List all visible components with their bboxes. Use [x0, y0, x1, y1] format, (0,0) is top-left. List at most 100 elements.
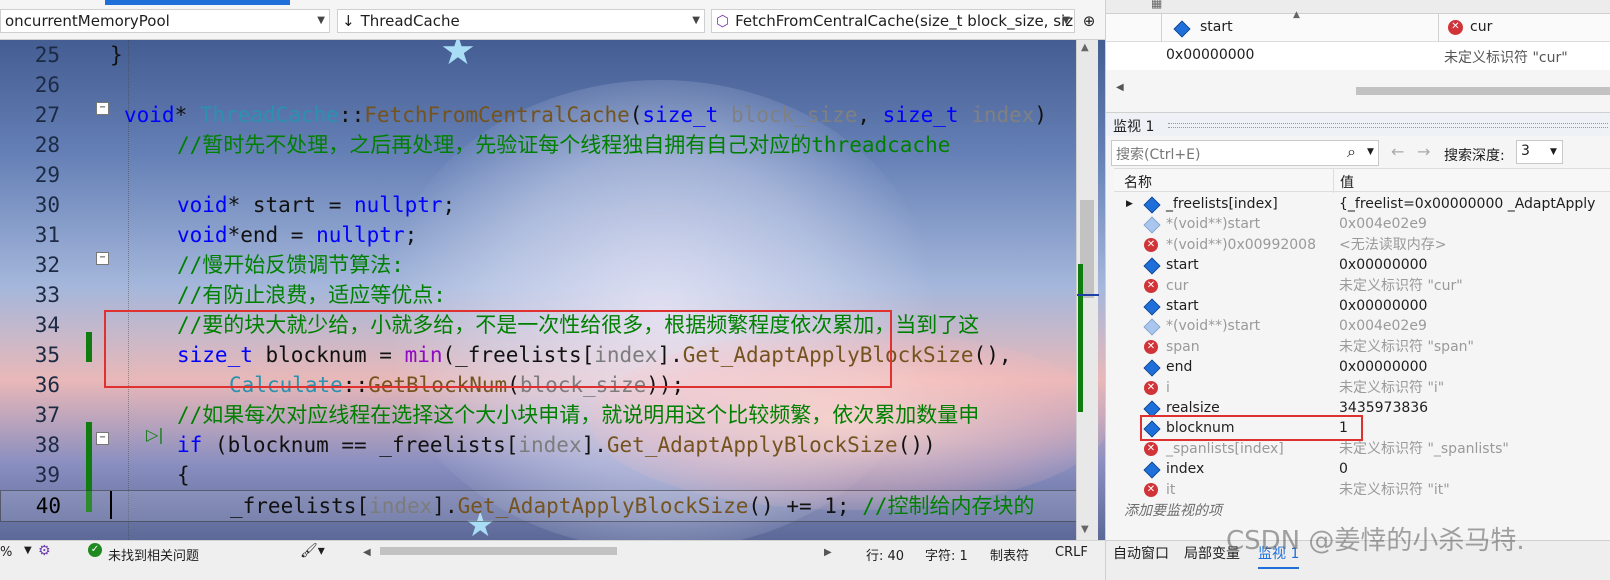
- search-icon[interactable]: ⌕: [1347, 142, 1356, 162]
- autos-column-cur[interactable]: cur: [1470, 19, 1492, 35]
- zoom-level[interactable]: %: [0, 545, 12, 560]
- arrow-down-icon: ↓: [342, 12, 355, 30]
- member-dropdown[interactable]: ⬡ FetchFromCentralCache(size_t block_size…: [711, 9, 1075, 33]
- column-header-value[interactable]: 值: [1340, 172, 1354, 192]
- watermark: CSDN @姜悻的小杀马特.: [1226, 526, 1525, 556]
- column-header-name[interactable]: 名称: [1124, 172, 1152, 192]
- member-dropdown-label: FetchFromCentralCache(size_t block_size,…: [735, 12, 1075, 30]
- watch-row-name: _freelists[index]: [1166, 196, 1278, 212]
- watch-row-value: 0x004e02e9: [1339, 318, 1427, 335]
- project-dropdown[interactable]: oncurrentMemoryPool ▼: [0, 9, 330, 33]
- navigation-bar: oncurrentMemoryPool ▼ ↓ ThreadCache ▼ ⬡ Fe…: [0, 0, 1105, 40]
- horizontal-scroll-thumb[interactable]: [380, 547, 617, 555]
- search-depth-select[interactable]: 3 ▼: [1516, 140, 1563, 164]
- variable-icon: [1143, 257, 1161, 275]
- annotation-highlight-box: [104, 310, 892, 388]
- watch-row-name: span: [1166, 338, 1200, 355]
- chevron-down-icon[interactable]: ▼: [1367, 147, 1374, 157]
- watch-row[interactable]: *(void**)start 0x004e02e9: [1114, 214, 1610, 234]
- watch-row[interactable]: end 0x00000000: [1114, 357, 1610, 377]
- scroll-up-icon[interactable]: ▲: [1081, 42, 1089, 53]
- watch-row-value: 未定义标识符 "it": [1339, 481, 1450, 498]
- column-divider: [1438, 14, 1439, 42]
- search-depth-label: 搜索深度:: [1444, 148, 1505, 164]
- code-line: 30 void* start = nullptr;: [34, 193, 456, 217]
- tab-autos[interactable]: 自动窗口: [1113, 541, 1169, 567]
- scroll-left-icon[interactable]: ◀: [363, 547, 371, 558]
- error-icon: ✕: [1448, 20, 1463, 35]
- watch-row-name: start: [1166, 257, 1199, 274]
- autos-toolbar: ▦: [1106, 0, 1610, 14]
- watch-search-box[interactable]: 搜索(Ctrl+E) ⌕ ▼: [1111, 140, 1379, 166]
- scroll-left-icon[interactable]: ◀: [1116, 82, 1124, 93]
- scrollbar-thumb[interactable]: [1356, 87, 1610, 95]
- code-line: 39{: [34, 463, 190, 487]
- grid-icon[interactable]: ▦: [1151, 0, 1162, 10]
- autos-column-start[interactable]: start: [1200, 19, 1233, 35]
- watch-row[interactable]: ✕ cur 未定义标识符 "cur": [1114, 276, 1610, 296]
- issues-status[interactable]: 未找到相关问题: [108, 545, 199, 564]
- char-indicator[interactable]: 字符: 1: [925, 545, 968, 564]
- add-watch-item[interactable]: 添加要监视的项: [1124, 500, 1222, 520]
- watch-row[interactable]: *(void**)start 0x004e02e9: [1114, 316, 1610, 336]
- watch-row-value: 未定义标识符 "_spanlists": [1339, 440, 1509, 457]
- chevron-down-icon[interactable]: ▼: [1550, 147, 1557, 157]
- watch-row[interactable]: start 0x00000000: [1114, 296, 1610, 316]
- chevron-down-icon[interactable]: ▼: [24, 545, 32, 556]
- watch-row-name: cur: [1166, 277, 1189, 294]
- error-icon: ✕: [1144, 380, 1158, 395]
- watch-row-value: 0x00000000: [1339, 298, 1428, 314]
- watch-row-name: *(void**)start: [1166, 216, 1261, 233]
- vertical-scrollbar[interactable]: ▲ ▼: [1076, 40, 1099, 556]
- variable-icon: [1143, 359, 1161, 377]
- autos-header: start ▲ ✕ cur: [1106, 10, 1610, 42]
- watch-row[interactable]: ✕ it 未定义标识符 "it": [1114, 480, 1610, 500]
- expand-arrow-icon[interactable]: ▶: [1126, 194, 1133, 214]
- class-dropdown[interactable]: ↓ ThreadCache ▼: [337, 9, 705, 33]
- variable-icon: [1143, 196, 1161, 214]
- autos-value-start: 0x00000000: [1166, 47, 1255, 63]
- title-grip[interactable]: [1168, 123, 1608, 128]
- line-indicator[interactable]: 行: 40: [866, 545, 904, 564]
- watch-row-value: 0x004e02e9: [1339, 216, 1427, 233]
- autos-hscrollbar[interactable]: ◀: [1106, 82, 1610, 98]
- column-divider: [1161, 14, 1162, 42]
- code-line: 38 if (blocknum == _freelists[index].Get_…: [34, 433, 936, 457]
- code-view[interactable]: ★ ★ − − − ▷| 25} 26 27 void* ThreadCache:…: [0, 40, 1105, 556]
- chevron-down-icon: ▼: [692, 15, 700, 26]
- column-divider[interactable]: [1333, 169, 1334, 193]
- watch-row[interactable]: start 0x00000000: [1114, 255, 1610, 275]
- watch-row-value: 未定义标识符 "span": [1339, 338, 1474, 355]
- split-window-icon[interactable]: ⊕: [1078, 9, 1100, 33]
- eol-indicator[interactable]: CRLF: [1055, 545, 1088, 560]
- watch-row[interactable]: index 0: [1114, 459, 1610, 479]
- watch-row[interactable]: ▶ _freelists[index] {_freelist=0x00000000 …: [1114, 194, 1610, 214]
- search-next-icon[interactable]: →: [1417, 142, 1430, 161]
- annotation-highlight-box: [1140, 415, 1363, 442]
- watch-window-title-bar: 监视 1: [1106, 112, 1610, 136]
- method-icon: ⬡: [716, 12, 730, 30]
- watch-row-name: end: [1166, 359, 1193, 376]
- tabs-indicator[interactable]: 制表符: [990, 545, 1029, 564]
- active-doc-tab-indicator: [105, 0, 290, 5]
- error-icon: ✕: [1144, 339, 1158, 354]
- scroll-down-icon[interactable]: ▼: [1081, 524, 1089, 535]
- watch-row[interactable]: ✕ i 未定义标识符 "i": [1114, 378, 1610, 398]
- caret-position-marker: [1077, 294, 1099, 296]
- watch-row[interactable]: ✕ span 未定义标识符 "span": [1114, 337, 1610, 357]
- intellicode-icon[interactable]: ⚙: [38, 543, 51, 559]
- watch-row-name: i: [1166, 379, 1170, 396]
- project-dropdown-label: oncurrentMemoryPool: [5, 12, 170, 30]
- watch-row[interactable]: ✕ *(void**)0x00992008 <无法读取内存>: [1114, 235, 1610, 255]
- autos-row[interactable]: 0x00000000 未定义标识符 "cur": [1106, 42, 1610, 70]
- search-previous-icon[interactable]: ←: [1391, 142, 1404, 161]
- watch-row-name: *(void**)start: [1166, 318, 1261, 335]
- chevron-down-icon: ▼: [1062, 15, 1070, 26]
- brush-icon[interactable]: 🖌▾: [300, 543, 325, 559]
- watch-row-value: {_freelist=0x00000000 _AdaptApply: [1339, 196, 1596, 212]
- watch-row[interactable]: ✕ _spanlists[index] 未定义标识符 "_spanlists": [1114, 439, 1610, 459]
- code-line: 29: [34, 163, 60, 187]
- scroll-right-icon[interactable]: ▶: [824, 547, 832, 558]
- change-overview-marker: [1078, 264, 1083, 412]
- variable-icon: [1143, 318, 1161, 336]
